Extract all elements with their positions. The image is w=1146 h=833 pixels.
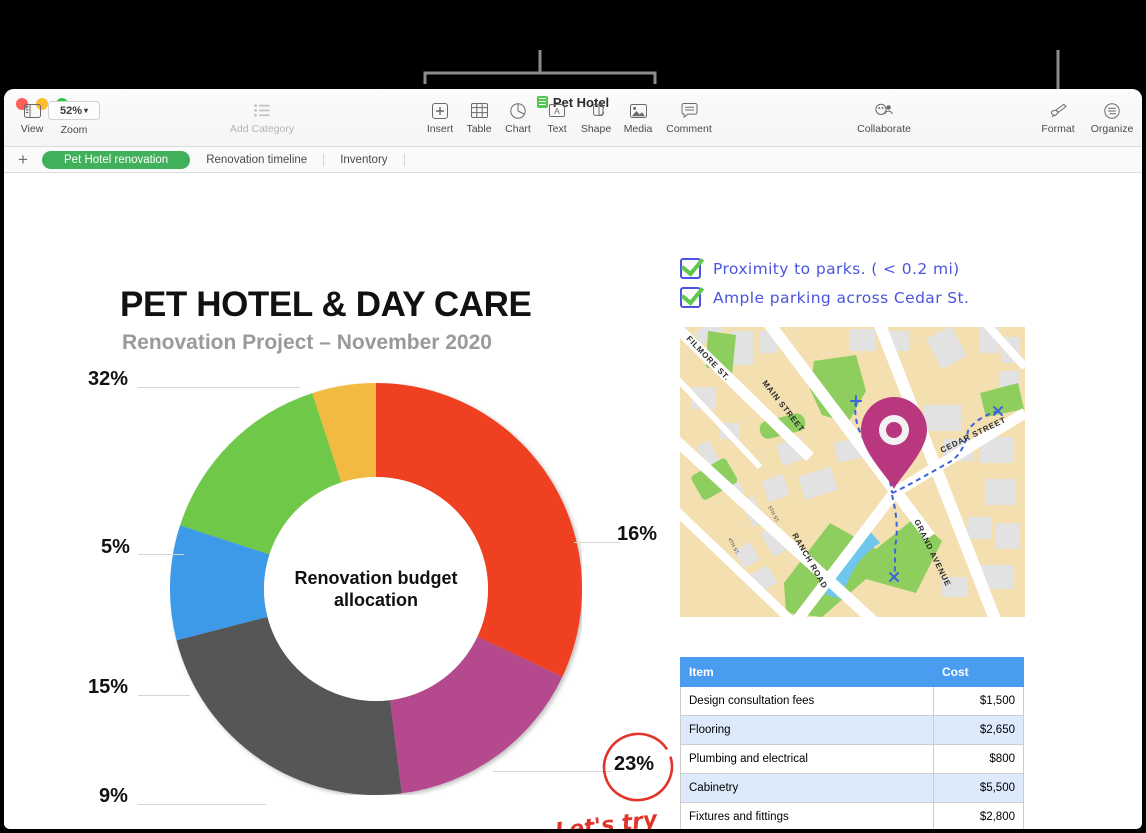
comment-button[interactable]: Comment [661, 101, 717, 135]
text-label: Text [547, 123, 567, 135]
cell-cost[interactable]: $2,800 [933, 802, 1024, 829]
checkbox-checked-icon[interactable] [680, 287, 701, 308]
chart-icon [510, 101, 526, 120]
cost-table[interactable]: Item Cost Design consultation fees $1,50… [680, 657, 1024, 829]
table-icon [470, 101, 488, 120]
collaborate-icon [874, 101, 894, 120]
callout-16-percent: 16% [617, 523, 658, 545]
add-sheet-button[interactable]: + [4, 151, 42, 168]
sidebar-icon [23, 101, 41, 120]
leader-line-5 [138, 554, 184, 555]
column-header-item[interactable]: Item [680, 657, 934, 687]
organize-label: Organize [1090, 123, 1134, 135]
organize-icon [1104, 101, 1120, 120]
media-button[interactable]: Media [610, 101, 666, 135]
donut-center-line1: Renovation budget [294, 567, 458, 588]
numbers-app-window: Pet Hotel View 52% ▾ Zoom Add Category I… [4, 89, 1142, 829]
screenshot-root: Pet Hotel View 52% ▾ Zoom Add Category I… [0, 0, 1146, 833]
comment-bubble-icon [681, 101, 698, 120]
leader-line-15 [138, 695, 190, 696]
sheet-tab-renovation-timeline[interactable]: Renovation timeline [190, 151, 323, 169]
view-label: View [20, 123, 44, 135]
cell-cost[interactable]: $1,500 [933, 686, 1024, 716]
svg-text:A: A [554, 106, 560, 116]
cell-item[interactable]: Fixtures and fittings [680, 802, 934, 829]
leader-line-32 [138, 387, 300, 388]
cell-cost[interactable]: $800 [933, 744, 1024, 774]
budget-donut-chart[interactable]: Renovation budget allocation [170, 383, 582, 795]
callout-5-percent: 5% [101, 536, 130, 558]
leader-line-9 [138, 804, 266, 805]
chevron-down-icon: ▾ [84, 106, 89, 115]
zoom-dropdown[interactable]: 52% ▾ [48, 101, 100, 120]
media-label: Media [623, 123, 653, 135]
insert-label: Insert [426, 123, 454, 135]
page-subtitle: Renovation Project – November 2020 [122, 331, 492, 354]
tab-separator [403, 153, 405, 166]
table-row[interactable]: Design consultation fees $1,500 [680, 686, 1024, 716]
list-icon [254, 101, 270, 120]
checklist-text-proximity: Proximity to parks. ( < 0.2 mi) [713, 259, 960, 278]
text-box-icon: A [549, 101, 565, 120]
leader-line-23 [493, 771, 611, 772]
zoom-value: 52% [59, 104, 82, 117]
cell-item[interactable]: Plumbing and electrical [680, 744, 934, 774]
sheet-tab-inventory[interactable]: Inventory [324, 151, 403, 169]
red-handwritten-note: Let's try to bring this down [549, 807, 679, 829]
callout-9-percent: 9% [99, 785, 128, 807]
format-label: Format [1041, 123, 1075, 135]
media-image-icon [629, 101, 647, 120]
cell-cost[interactable]: $2,650 [933, 715, 1024, 745]
location-map-image[interactable]: FILMORE ST. MAIN STREET CEDAR STREET RAN… [680, 327, 1025, 617]
sheet-canvas[interactable]: PET HOTEL & DAY CARE Renovation Project … [4, 173, 1142, 829]
table-row[interactable]: Fixtures and fittings $2,800 [680, 802, 1024, 829]
checklist-item-proximity[interactable]: Proximity to parks. ( < 0.2 mi) [680, 258, 1025, 279]
add-category-button[interactable]: Add Category [206, 101, 318, 135]
toolbar: Pet Hotel View 52% ▾ Zoom Add Category I… [4, 89, 1142, 147]
cell-item[interactable]: Flooring [680, 715, 934, 745]
table-header-row: Item Cost [680, 657, 1024, 687]
zoom-label: Zoom [60, 124, 88, 136]
checkbox-checked-icon[interactable] [680, 258, 701, 279]
sheet-tab-bar: + Pet Hotel renovation Renovation timeli… [4, 147, 1142, 173]
insert-icon [432, 101, 448, 120]
red-note-line-1: Let's try [553, 807, 659, 829]
collaborate-button[interactable]: Collaborate [844, 101, 924, 135]
checklist-item-parking[interactable]: Ample parking across Cedar St. [680, 287, 1025, 308]
table-row[interactable]: Plumbing and electrical $800 [680, 744, 1024, 774]
table-row[interactable]: Flooring $2,650 [680, 715, 1024, 745]
paintbrush-icon [1050, 101, 1067, 120]
leader-line-16 [574, 542, 620, 543]
table-label: Table [466, 123, 492, 135]
page-title: PET HOTEL & DAY CARE [120, 285, 532, 324]
shape-label: Shape [580, 123, 612, 135]
sheet-tab-pet-hotel-renovation[interactable]: Pet Hotel renovation [42, 150, 191, 169]
callout-15-percent: 15% [88, 676, 129, 698]
chart-label: Chart [505, 123, 531, 135]
add-category-label: Add Category [229, 123, 295, 135]
map-svg: FILMORE ST. MAIN STREET CEDAR STREET RAN… [680, 327, 1025, 617]
callout-23-percent: 23% [614, 753, 655, 775]
donut-center-line2: allocation [333, 590, 418, 610]
column-header-cost[interactable]: Cost [933, 657, 1024, 687]
comment-label: Comment [666, 123, 712, 135]
donut-center-label: Renovation budget allocation [170, 383, 582, 795]
organize-button[interactable]: Organize [1084, 101, 1140, 135]
collaborate-label: Collaborate [857, 123, 911, 135]
handwritten-checklist: Proximity to parks. ( < 0.2 mi) Ample pa… [680, 258, 1025, 316]
table-row[interactable]: Cabinetry $5,500 [680, 773, 1024, 803]
checklist-text-parking: Ample parking across Cedar St. [713, 288, 970, 307]
callout-32-percent: 32% [88, 368, 129, 390]
cell-cost[interactable]: $5,500 [933, 773, 1024, 803]
shape-icon [588, 101, 604, 120]
format-button[interactable]: Format [1030, 101, 1086, 135]
cell-item[interactable]: Cabinetry [680, 773, 934, 803]
cell-item[interactable]: Design consultation fees [680, 686, 934, 716]
